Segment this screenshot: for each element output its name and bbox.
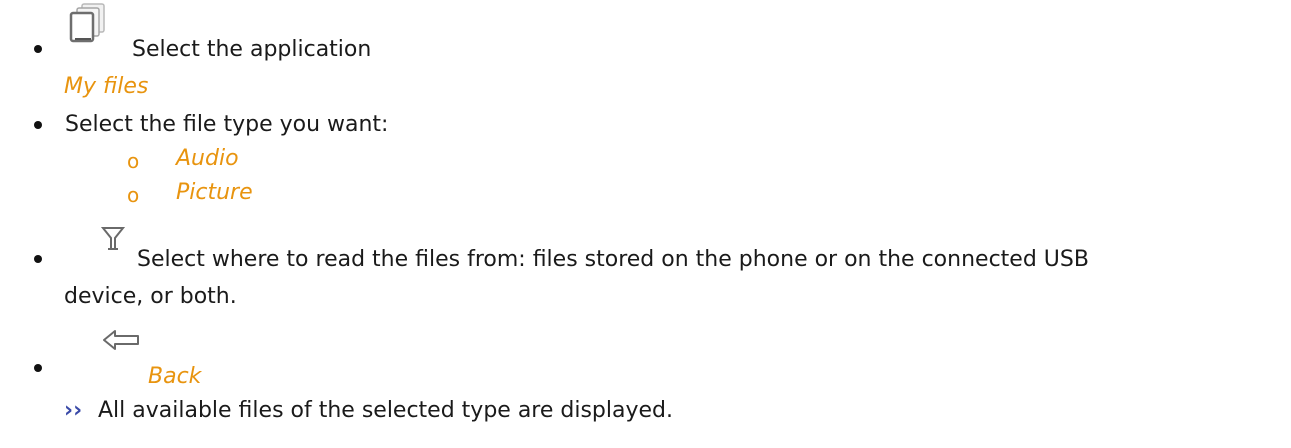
option-picture: Picture <box>176 180 253 205</box>
step-source-text-line1: Select where to read the files from: fil… <box>137 247 1089 272</box>
step-app-text: Select the application <box>132 37 372 62</box>
list-bullet <box>34 45 42 53</box>
result-text: All available files of the selected type… <box>98 398 673 423</box>
result-marker: ›› <box>64 398 83 423</box>
my-files-icon <box>66 2 114 54</box>
option-audio: Audio <box>176 146 239 171</box>
my-files-label: My files <box>64 74 149 99</box>
option-bullet: o <box>127 183 140 207</box>
back-arrow-icon <box>100 327 144 363</box>
list-bullet <box>34 364 42 372</box>
step-file-type-text: Select the file type you want: <box>65 112 389 137</box>
step-source-text-line2: device, or both. <box>64 284 237 309</box>
back-label: Back <box>148 364 202 389</box>
filter-icon <box>100 225 126 261</box>
option-bullet: o <box>127 149 140 173</box>
list-bullet <box>34 121 42 129</box>
list-bullet <box>34 255 42 263</box>
